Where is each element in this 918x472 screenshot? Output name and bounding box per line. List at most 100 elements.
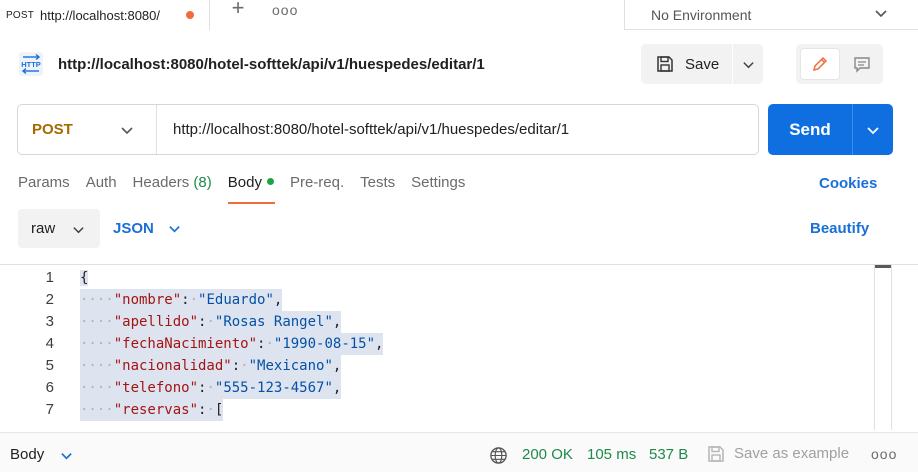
tab-auth[interactable]: Auth [86,174,117,204]
save-icon [657,56,673,72]
line-number: 6 [45,379,54,396]
comment-icon [854,57,870,73]
code-line: 4 ····"fechaNacimiento":·"1990-08-15", [0,333,918,355]
status-code[interactable]: 200 OK [522,446,573,463]
save-button-group: Save [641,44,763,84]
request-tab[interactable]: POST http://localhost:8080/ [0,0,210,30]
more-icon[interactable]: ooo [272,2,298,18]
code-line: 1 { [0,267,918,289]
response-body-label[interactable]: Body [10,446,44,463]
chevron-down-icon [867,126,879,134]
active-tab-underline [227,202,275,204]
tab-body[interactable]: Body [227,174,275,204]
json-value: [ [214,402,224,418]
chevron-down-icon[interactable] [60,449,73,462]
tab-tests[interactable]: Tests [360,174,395,204]
send-button[interactable]: Send [768,104,852,155]
cookies-link[interactable]: Cookies [819,175,877,192]
code-text: { [80,267,89,289]
code-line: 5 ····"nacionalidad":·"Mexicano", [0,355,918,377]
save-button[interactable]: Save [641,44,732,84]
pencil-icon [812,56,828,72]
tab-tests-label: Tests [360,174,396,191]
tab-pre-request[interactable]: Pre-req. [290,174,344,204]
json-value: "Eduardo" [198,292,274,308]
chevron-down-icon [742,61,754,68]
line-number: 2 [45,291,54,308]
code-line: 7 ····"reservas":·[ [0,399,918,421]
tab-params[interactable]: Params [18,174,70,204]
code-text: ····"telefono":·"555-123-4567", [80,377,342,399]
method-label: POST [32,121,73,138]
tab-title: http://localhost:8080/ [40,7,161,23]
response-footer: Body 200 OK 105 ms 537 B Save as example… [0,432,918,472]
http-icon: HTTP [19,52,43,76]
svg-text:HTTP: HTTP [21,60,41,69]
view-mode-toggle [796,44,883,84]
open-brace: { [80,270,89,286]
response-size[interactable]: 537 B [649,446,688,463]
body-indicator-icon [266,178,274,185]
json-trail: , [273,292,283,308]
save-icon [708,446,724,462]
chevron-down-icon [875,10,887,18]
save-label: Save [685,55,720,73]
editor-scrollbar[interactable] [874,265,892,430]
json-value: "Mexicano" [248,358,333,374]
tab-headers-label: Headers [132,174,190,191]
line-number: 4 [45,335,54,352]
code-text: ····"fechaNacimiento":·"1990-08-15", [80,333,384,355]
save-as-example-button[interactable]: Save as example [734,445,849,462]
globe-icon[interactable] [489,446,508,465]
body-language-select[interactable]: JSON [113,209,181,248]
json-trail: , [375,336,384,352]
send-options-button[interactable] [853,104,893,155]
tab-auth-label: Auth [85,174,117,191]
tab-body-label: Body [227,174,262,191]
json-trail: , [332,314,342,330]
code-line: 2 ····"nombre":·"Eduardo", [0,289,918,311]
code-text: ····"nacionalidad":·"Mexicano", [80,355,342,377]
request-title[interactable]: http://localhost:8080/hotel-softtek/api/… [58,56,485,73]
response-time[interactable]: 105 ms [587,446,636,463]
line-number: 5 [45,357,54,374]
body-editor[interactable]: 1 { 2 ····"nombre":·"Eduardo", 3 ····"ap… [0,264,918,430]
url-input[interactable] [157,105,758,154]
chevron-down-icon [121,127,133,135]
code-text: ····"nombre":·"Eduardo", [80,289,283,311]
request-subtabs: Params Auth Headers (8) Body Pre-req. Te… [18,174,481,204]
beautify-button[interactable]: Beautify [810,220,869,237]
json-trail: , [332,358,342,374]
line-number: 3 [45,313,54,330]
json-key: "apellido" [113,314,199,330]
tab-method: POST [6,9,35,21]
tab-headers[interactable]: Headers (8) [133,174,212,204]
json-value: "555-123-4567" [214,380,333,396]
body-language-label: JSON [113,220,154,237]
chevron-down-icon [73,227,84,234]
json-value: "1990-08-15" [273,336,376,352]
code-text: ····"reservas":·[ [80,399,224,421]
body-mode-label: raw [31,220,56,237]
scrollbar-thumb[interactable] [875,265,891,268]
line-number: 1 [45,269,54,286]
method-select[interactable]: POST [18,105,157,154]
environment-label: No Environment [651,6,752,23]
tab-settings[interactable]: Settings [411,174,465,204]
send-button-group: Send [768,104,893,155]
more-icon[interactable]: ooo [871,446,897,462]
tab-pre-request-label: Pre-req. [289,174,345,191]
edit-mode-button[interactable] [800,48,840,80]
tab-settings-label: Settings [411,174,466,191]
comments-button[interactable] [844,48,880,80]
chevron-down-icon [169,226,180,233]
json-key: "reservas" [113,402,199,418]
json-value: "Rosas Rangel" [214,314,333,330]
json-key: "nacionalidad" [113,358,232,374]
tab-strip: POST http://localhost:8080/ + ooo No Env… [0,0,918,30]
body-mode-select[interactable]: raw [18,209,100,248]
unsaved-dot-icon [186,11,195,19]
plus-icon[interactable]: + [226,0,250,20]
environment-select[interactable]: No Environment [624,0,918,30]
save-options-button[interactable] [733,44,763,84]
